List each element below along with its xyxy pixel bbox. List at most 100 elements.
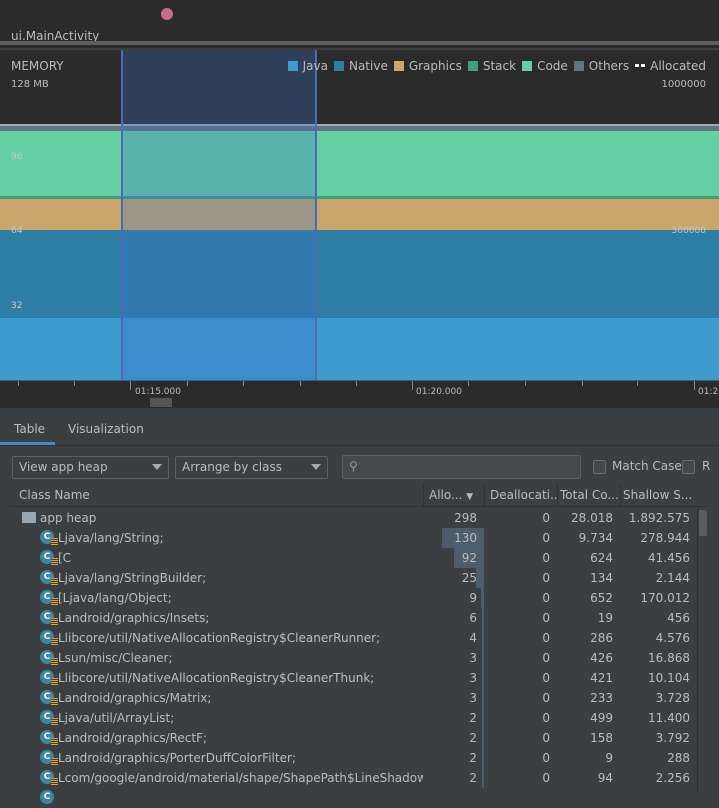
class-name: app heap [40, 511, 97, 525]
table-row[interactable]: C Landroid/graphics/PorterDuffColorFilter… [10, 748, 697, 768]
alloc-count: 3 [469, 651, 477, 665]
class-name: [C [58, 551, 72, 565]
memory-chart[interactable]: MEMORY 128 MB 1000000 96 64 32 500000 Ja… [0, 50, 719, 380]
alloc-count: 2 [469, 711, 477, 725]
timeline-scroll-thumb[interactable] [150, 398, 172, 407]
class-icon: C [40, 630, 58, 645]
legend-stack: Stack [467, 59, 516, 73]
table-row[interactable]: C Landroid/graphics/Matrix; 3 0 233 3.728 [10, 688, 697, 708]
regex-label: R [702, 459, 711, 473]
time-label: 01:15.000 [135, 387, 181, 397]
shallow-size: 10.104 [648, 671, 690, 685]
shallow-size: 11.400 [648, 711, 690, 725]
table-row[interactable]: C Llibcore/util/NativeAllocationRegistry$… [10, 668, 697, 688]
class-name: Llibcore/util/NativeAllocationRegistry$C… [58, 631, 381, 645]
class-name: Llibcore/util/NativeAllocationRegistry$C… [58, 671, 375, 685]
dealloc-count: 0 [542, 571, 550, 585]
legend: Java Native Graphics Stack Code Others A… [287, 59, 706, 73]
total-count: 426 [590, 651, 613, 665]
legend-code: Code [522, 59, 568, 73]
class-icon: C [40, 650, 58, 665]
class-icon: C [40, 550, 58, 565]
table-row[interactable]: C Ljava/lang/StringBuilder; 25 0 134 2.14… [10, 568, 697, 588]
alloc-count: 25 [461, 571, 477, 585]
class-name: Lsun/misc/Cleaner; [58, 651, 173, 665]
shallow-size: 1.892.575 [628, 511, 690, 525]
class-name: Landroid/graphics/PorterDuffColorFilter; [58, 751, 296, 765]
class-icon: C [40, 590, 58, 605]
col-class-name[interactable]: Class Name [10, 483, 423, 507]
shallow-size: 41.456 [648, 551, 690, 565]
class-icon: C [40, 570, 58, 585]
code-swatch-icon [522, 61, 533, 71]
arrange-select[interactable]: Arrange by class [175, 456, 328, 479]
match-case-checkbox[interactable] [593, 460, 606, 474]
total-count: 233 [590, 691, 613, 705]
tab-bar: Table Visualization [0, 412, 719, 446]
dealloc-count: 0 [542, 531, 550, 545]
class-icon: C [40, 750, 58, 765]
time-label: 01:25 [698, 387, 719, 397]
y-tick: 96 [11, 152, 23, 162]
memory-title: MEMORY [11, 59, 64, 73]
total-count: 134 [590, 571, 613, 585]
dealloc-count: 0 [542, 591, 550, 605]
table-row[interactable]: C Ljava/lang/String; 130 0 9.734 278.944 [10, 528, 697, 548]
col-allocations[interactable]: Allo... ▼ [423, 483, 484, 507]
touch-event-marker[interactable] [161, 8, 173, 20]
class-icon: C [40, 610, 58, 625]
alloc-count: 298 [454, 511, 477, 525]
class-icon: C [40, 730, 58, 745]
table-row[interactable]: C [Ljava/lang/Object; 9 0 652 170.012 [10, 588, 697, 608]
shallow-size: 4.576 [655, 631, 690, 645]
time-axis[interactable]: 01:15.000 01:20.000 01:25 [0, 380, 719, 408]
tab-visualization[interactable]: Visualization [68, 422, 144, 436]
class-icon: C [40, 710, 58, 725]
class-icon: C [40, 670, 58, 685]
table-row[interactable]: C [C 92 0 624 41.456 [10, 548, 697, 568]
alloc-bar [475, 568, 484, 588]
total-count: 28.018 [571, 511, 613, 525]
match-case-label: Match Case [612, 459, 682, 473]
table-row-partial: C [10, 788, 697, 808]
others-swatch-icon [573, 61, 584, 71]
native-swatch-icon [333, 61, 344, 71]
legend-others: Others [573, 59, 629, 73]
regex-checkbox[interactable] [682, 460, 695, 474]
search-icon: ⚲ [349, 459, 358, 473]
selection-range[interactable] [121, 50, 317, 380]
native-band [0, 230, 719, 318]
table-row[interactable]: C Lsun/misc/Cleaner; 3 0 426 16.868 [10, 648, 697, 668]
code-band [0, 131, 719, 196]
col-shallow-size[interactable]: Shallow S... [620, 483, 697, 507]
col-total-count[interactable]: Total Co... [557, 483, 620, 507]
alloc-count: 2 [469, 731, 477, 745]
tree-root-row[interactable]: app heap 298 0 28.018 1.892.575 [10, 508, 697, 528]
col-deallocations[interactable]: Deallocati... [484, 483, 557, 507]
folder-icon [22, 512, 36, 523]
table-row[interactable]: C Ljava/util/ArrayList; 2 0 499 11.400 [10, 708, 697, 728]
legend-native: Native [333, 59, 388, 73]
class-icon: C [40, 690, 58, 705]
event-timeline: ui.MainActivity [0, 0, 719, 48]
dealloc-count: 0 [542, 751, 550, 765]
heap-select[interactable]: View app heap [12, 456, 169, 479]
class-icon: C [40, 770, 58, 785]
table-row[interactable]: C Landroid/graphics/Insets; 6 0 19 456 [10, 608, 697, 628]
table-scroll-thumb[interactable] [699, 510, 707, 536]
table-header: Class Name Allo... ▼ Deallocati... Total… [10, 483, 707, 507]
alloc-count: 2 [469, 771, 477, 785]
dealloc-count: 0 [542, 731, 550, 745]
sort-desc-icon: ▼ [466, 492, 474, 502]
search-input[interactable]: ⚲ [342, 455, 581, 479]
alloc-count: 2 [469, 751, 477, 765]
activity-bar[interactable] [0, 41, 719, 45]
table-row[interactable]: C Llibcore/util/NativeAllocationRegistry$… [10, 628, 697, 648]
alloc-count: 6 [469, 611, 477, 625]
table-scrollbar[interactable] [697, 508, 709, 793]
tab-table[interactable]: Table [14, 422, 45, 436]
heap-select-value: View app heap [19, 460, 108, 474]
table-row[interactable]: C Lcom/google/android/material/shape/Shap… [10, 768, 697, 788]
table-row[interactable]: C Landroid/graphics/RectF; 2 0 158 3.792 [10, 728, 697, 748]
active-tab-indicator [0, 442, 55, 445]
